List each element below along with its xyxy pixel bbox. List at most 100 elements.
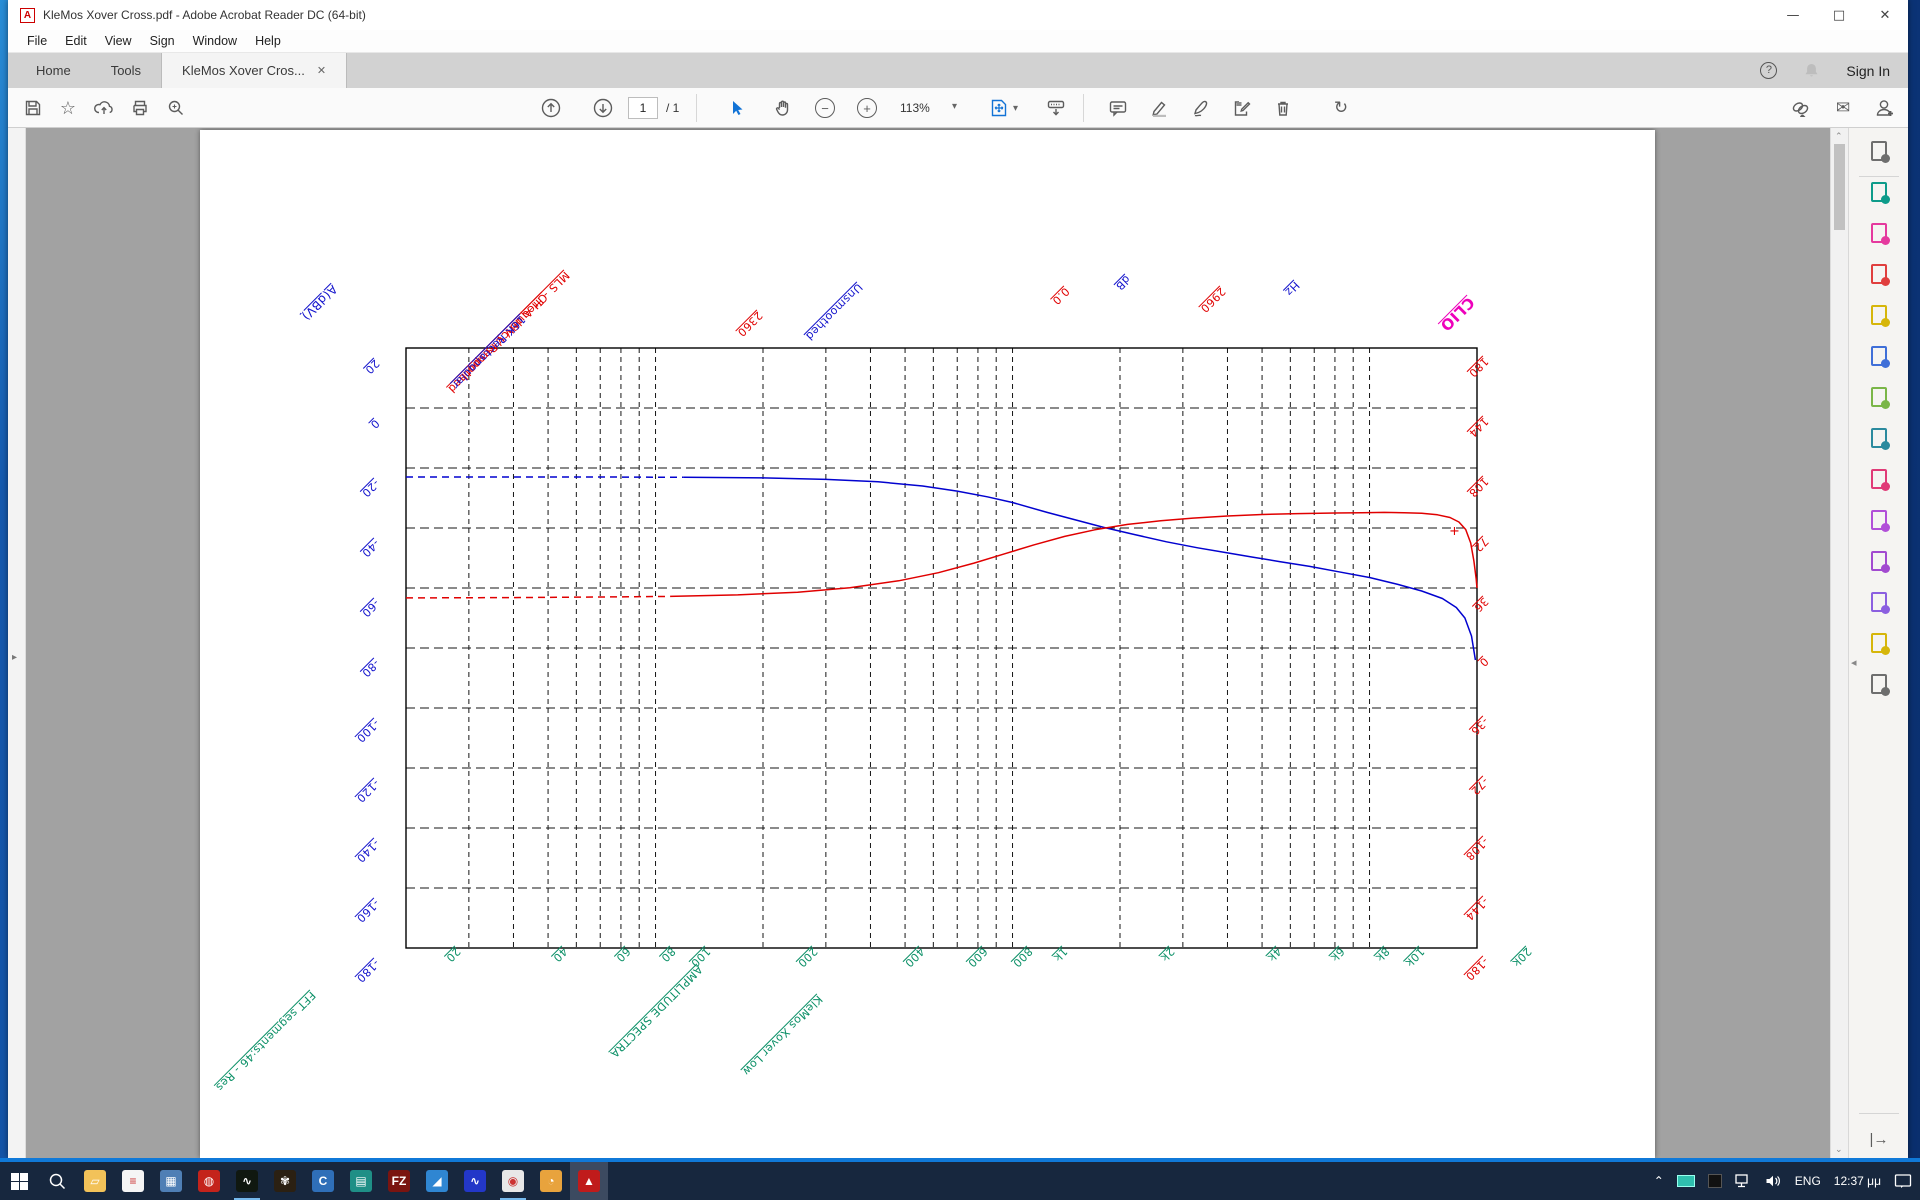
sign-pen-icon[interactable] (1188, 96, 1214, 120)
notifications-bell-icon[interactable] (1803, 62, 1820, 79)
file-explorer-app-icon: ▱ (84, 1170, 106, 1192)
rotate-pages-icon[interactable]: ↻ (1328, 96, 1354, 120)
tab-tools[interactable]: Tools (91, 53, 161, 88)
photo-app-app-icon: ✾ (274, 1170, 296, 1192)
taskbar-measure-app[interactable]: ▤ (342, 1162, 380, 1200)
taskbar-calculator-app[interactable]: ▦ (152, 1162, 190, 1200)
save-icon[interactable] (20, 96, 46, 120)
combine-files-icon[interactable] (1866, 343, 1892, 369)
tab-home[interactable]: Home (16, 53, 91, 88)
find-icon[interactable] (163, 96, 189, 120)
scroll-mode-icon[interactable] (1043, 96, 1069, 120)
taskbar-chrome[interactable]: ◉ (494, 1162, 532, 1200)
organize-pages-icon[interactable] (1866, 384, 1892, 410)
taskbar-vscode[interactable]: ◢ (418, 1162, 456, 1200)
page-number-input[interactable]: 1 (628, 97, 658, 119)
tab-document[interactable]: KleMos Xover Cros... ✕ (161, 53, 347, 88)
highlight-icon[interactable] (1146, 96, 1172, 120)
send-for-comments-glyph (1871, 633, 1887, 653)
taskbar-audio-analyzer[interactable]: ∿ (456, 1162, 494, 1200)
media-app-app-icon: ◍ (198, 1170, 220, 1192)
taskbar-acrobat-reader[interactable]: ▲ (570, 1162, 608, 1200)
get-link-icon[interactable] (1788, 96, 1814, 120)
create-pdf-glyph (1871, 264, 1887, 284)
comment-icon[interactable] (1866, 302, 1892, 328)
taskbar-photo-app[interactable]: ✾ (266, 1162, 304, 1200)
select-tool-icon[interactable] (724, 96, 750, 120)
star-icon[interactable]: ☆ (55, 96, 81, 120)
menu-file[interactable]: File (18, 34, 56, 48)
taskbar-scope-app[interactable]: ∿ (228, 1162, 266, 1200)
send-for-comments-icon[interactable] (1866, 630, 1892, 656)
language-indicator[interactable]: ENG (1795, 1174, 1821, 1188)
help-icon[interactable]: ? (1760, 62, 1777, 79)
zoom-in-icon[interactable]: + (854, 96, 880, 120)
tray-app-icon[interactable] (1708, 1174, 1722, 1188)
document-canvas[interactable]: 200-20-40-60-80-100-120-140-160-18018014… (26, 128, 1830, 1158)
scrollbar-thumb[interactable] (1834, 144, 1845, 230)
acrobat-app-icon: A (20, 8, 35, 23)
scroll-up-icon[interactable]: ⌃ (1835, 131, 1843, 142)
close-button[interactable]: ✕ (1862, 0, 1908, 30)
fill-and-sign-icon[interactable] (1866, 589, 1892, 615)
taskbar-search[interactable] (38, 1162, 76, 1200)
create-pdf-icon[interactable] (1866, 261, 1892, 287)
export-pdf-icon[interactable] (1866, 179, 1892, 205)
sign-in-button[interactable]: Sign In (1846, 63, 1890, 79)
menu-edit[interactable]: Edit (56, 34, 96, 48)
collapse-tools-pane-icon[interactable]: ◂ (1851, 656, 1857, 669)
fit-dropdown-caret[interactable]: ▾ (1013, 103, 1018, 114)
menu-help[interactable]: Help (246, 34, 290, 48)
taskbar-mail-calendar[interactable]: ◔ (532, 1162, 570, 1200)
fit-page-icon[interactable] (986, 96, 1012, 120)
compress-pdf-icon[interactable] (1866, 425, 1892, 451)
menu-view[interactable]: View (96, 34, 141, 48)
add-account-avatar-icon[interactable] (1872, 96, 1898, 120)
zoom-dropdown-caret[interactable]: ▾ (952, 101, 957, 112)
protect-pdf-icon[interactable] (1866, 507, 1892, 533)
delete-pages-icon[interactable] (1270, 96, 1296, 120)
comment-icon[interactable] (1105, 96, 1131, 120)
tab-close-icon[interactable]: ✕ (317, 64, 326, 77)
previous-page-icon[interactable] (538, 96, 564, 120)
zoom-out-icon[interactable]: − (812, 96, 838, 120)
tray-input-device-icon[interactable] (1677, 1175, 1695, 1187)
prepare-form-icon[interactable] (1866, 548, 1892, 574)
volume-icon[interactable] (1765, 1174, 1782, 1188)
edit-pdf-icon[interactable] (1866, 220, 1892, 246)
taskbar-notes-app[interactable]: ≡ (114, 1162, 152, 1200)
taskbar-clio-app[interactable]: C (304, 1162, 342, 1200)
chrome-app-icon: ◉ (502, 1170, 524, 1192)
network-icon[interactable] (1735, 1174, 1752, 1188)
search-document-glyph (1871, 141, 1887, 161)
search-document-icon[interactable] (1866, 138, 1892, 164)
open-tools-pane-icon[interactable]: |→ (1866, 1126, 1892, 1152)
maximize-button[interactable]: □ (1816, 0, 1862, 30)
minimize-button[interactable]: — (1770, 0, 1816, 30)
taskbar-filezilla[interactable]: FZ (380, 1162, 418, 1200)
hand-tool-icon[interactable] (770, 96, 796, 120)
send-mail-icon[interactable]: ✉ (1830, 96, 1856, 120)
fill-sign-icon[interactable] (1230, 96, 1256, 120)
filezilla-app-icon: FZ (388, 1170, 410, 1192)
clock[interactable]: 12:37 μμ (1834, 1174, 1881, 1188)
share-upload-icon[interactable] (91, 96, 117, 120)
more-tools-icon[interactable] (1866, 671, 1892, 697)
nav-expand-icon[interactable]: ▸ (12, 652, 17, 663)
taskbar-start[interactable] (0, 1162, 38, 1200)
tray-chevron-icon[interactable]: ⌃ (1654, 1174, 1664, 1188)
print-icon[interactable] (127, 96, 153, 120)
menu-sign[interactable]: Sign (141, 34, 184, 48)
taskbar: ▱≡▦◍∿✾C▤FZ◢∿◉◔▲ ⌃ ENG 12:37 μμ (0, 1162, 1920, 1200)
curve-lowpass (684, 477, 1476, 660)
zoom-level-value[interactable]: 113% (900, 101, 930, 115)
vertical-scrollbar[interactable]: ⌃ ⌄ (1830, 128, 1848, 1158)
action-center-icon[interactable] (1894, 1173, 1912, 1189)
next-page-icon[interactable] (590, 96, 616, 120)
more-tools-glyph (1871, 674, 1887, 694)
scroll-down-icon[interactable]: ⌄ (1835, 1144, 1843, 1155)
menu-window[interactable]: Window (184, 34, 246, 48)
taskbar-media-app[interactable]: ◍ (190, 1162, 228, 1200)
taskbar-file-explorer[interactable]: ▱ (76, 1162, 114, 1200)
redact-icon[interactable] (1866, 466, 1892, 492)
